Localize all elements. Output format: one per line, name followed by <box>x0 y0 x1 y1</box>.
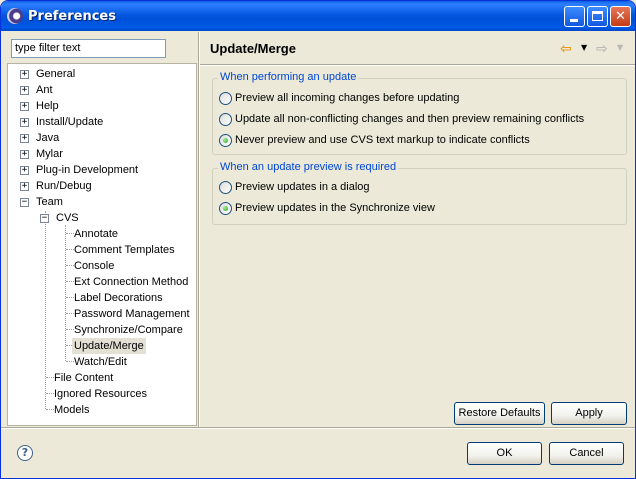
window-title: Preferences <box>28 9 116 24</box>
tree-item-plugin-development[interactable]: + Plug-in Development <box>8 162 196 178</box>
tree-item-label-selected[interactable]: Update/Merge <box>72 338 146 354</box>
forward-arrow-icon[interactable]: ⇨ <box>596 41 608 57</box>
close-icon: ✕ <box>615 9 626 24</box>
maximize-icon <box>592 11 603 21</box>
tree-item-label[interactable]: Ignored Resources <box>52 386 149 402</box>
tree-item-label[interactable]: Annotate <box>72 226 120 242</box>
tree-item-mylar[interactable]: + Mylar <box>8 146 196 162</box>
minimize-button[interactable] <box>564 6 585 27</box>
cancel-button[interactable]: Cancel <box>549 442 624 465</box>
tree-item-ant[interactable]: + Ant <box>8 82 196 98</box>
tree-item-ext-connection-method[interactable]: Ext Connection Method <box>8 274 196 290</box>
radio-label[interactable]: Preview updates in the Synchronize view <box>235 200 435 216</box>
help-icon[interactable]: ? <box>17 445 33 461</box>
maximize-button[interactable] <box>587 6 608 27</box>
tree-item-run-debug[interactable]: + Run/Debug <box>8 178 196 194</box>
expand-icon[interactable]: + <box>20 70 29 79</box>
tree-item-label[interactable]: Watch/Edit <box>72 354 129 370</box>
tree-item-ignored-resources[interactable]: Ignored Resources <box>8 386 196 402</box>
tree-item-label[interactable]: CVS <box>54 210 81 226</box>
tree-item-label[interactable]: Synchronize/Compare <box>72 322 185 338</box>
tree-item-update-merge[interactable]: Update/Merge <box>8 338 196 354</box>
tree-item-label[interactable]: Help <box>34 98 61 114</box>
forward-history-dropdown-icon[interactable]: ▼ <box>617 43 623 52</box>
preferences-window: Preferences ✕ type filter text + General <box>0 0 636 479</box>
radio-label[interactable]: Preview all incoming changes before upda… <box>235 90 459 106</box>
filter-input[interactable]: type filter text <box>11 39 166 58</box>
radio-label[interactable]: Update all non-conflicting changes and t… <box>235 111 584 127</box>
tree-item-synchronize-compare[interactable]: Synchronize/Compare <box>8 322 196 338</box>
tree-item-models[interactable]: Models <box>8 402 196 418</box>
tree-item-label[interactable]: Team <box>34 194 65 210</box>
tree-item-label[interactable]: Console <box>72 258 116 274</box>
back-arrow-icon[interactable]: ⇦ <box>560 41 572 57</box>
preview-location-group: When an update preview is required Previ… <box>212 161 627 225</box>
group-legend: When performing an update <box>218 71 359 83</box>
update-behavior-group: When performing an update Preview all in… <box>212 71 627 155</box>
eclipse-app-icon <box>7 8 23 24</box>
tree-item-java[interactable]: + Java <box>8 130 196 146</box>
tree-item-team[interactable]: − Team <box>8 194 196 210</box>
minimize-icon <box>570 19 578 22</box>
radio-button[interactable] <box>219 113 232 126</box>
apply-button[interactable]: Apply <box>551 402 627 425</box>
close-button[interactable]: ✕ <box>610 6 631 27</box>
expand-icon[interactable]: + <box>20 118 29 127</box>
radio-button-checked[interactable] <box>219 202 232 215</box>
collapse-icon[interactable]: − <box>20 198 29 207</box>
ok-button[interactable]: OK <box>467 442 542 465</box>
tree-item-file-content[interactable]: File Content <box>8 370 196 386</box>
tree-item-label[interactable]: Models <box>52 402 91 418</box>
tree-item-label[interactable]: Password Management <box>72 306 192 322</box>
tree-item-label[interactable]: Comment Templates <box>72 242 177 258</box>
expand-icon[interactable]: + <box>20 150 29 159</box>
tree-item-label[interactable]: Ant <box>34 82 55 98</box>
expand-icon[interactable]: + <box>20 86 29 95</box>
title-separator <box>200 64 635 66</box>
tree-item-general[interactable]: + General <box>8 66 196 82</box>
title-bar[interactable]: Preferences ✕ <box>1 1 635 31</box>
tree-item-watch-edit[interactable]: Watch/Edit <box>8 354 196 370</box>
tree-item-password-management[interactable]: Password Management <box>8 306 196 322</box>
page-title: Update/Merge <box>210 41 296 56</box>
radio-button[interactable] <box>219 181 232 194</box>
tree-item-label[interactable]: Mylar <box>34 146 65 162</box>
tree-item-install-update[interactable]: + Install/Update <box>8 114 196 130</box>
radio-label[interactable]: Preview updates in a dialog <box>235 179 370 195</box>
tree-item-annotate[interactable]: Annotate <box>8 226 196 242</box>
bottom-separator <box>1 427 635 429</box>
tree-item-label[interactable]: Ext Connection Method <box>72 274 190 290</box>
preference-tree[interactable]: + General + Ant + Help + Install/Update … <box>7 63 197 426</box>
group-legend: When an update preview is required <box>218 161 399 173</box>
tree-item-label[interactable]: Plug-in Development <box>34 162 140 178</box>
sash-divider[interactable] <box>198 32 200 428</box>
expand-icon[interactable]: + <box>20 102 29 111</box>
tree-item-help[interactable]: + Help <box>8 98 196 114</box>
tree-item-label[interactable]: Run/Debug <box>34 178 94 194</box>
expand-icon[interactable]: + <box>20 166 29 175</box>
restore-defaults-button[interactable]: Restore Defaults <box>454 402 545 425</box>
tree-item-label-decorations[interactable]: Label Decorations <box>8 290 196 306</box>
radio-label[interactable]: Never preview and use CVS text markup to… <box>235 132 530 148</box>
tree-item-label[interactable]: General <box>34 66 77 82</box>
tree-item-label[interactable]: Label Decorations <box>72 290 165 306</box>
radio-button-checked[interactable] <box>219 134 232 147</box>
tree-item-console[interactable]: Console <box>8 258 196 274</box>
expand-icon[interactable]: + <box>20 182 29 191</box>
tree-item-label[interactable]: Java <box>34 130 61 146</box>
tree-item-comment-templates[interactable]: Comment Templates <box>8 242 196 258</box>
tree-item-label[interactable]: File Content <box>52 370 115 386</box>
radio-button[interactable] <box>219 92 232 105</box>
tree-item-label[interactable]: Install/Update <box>34 114 105 130</box>
collapse-icon[interactable]: − <box>40 214 49 223</box>
expand-icon[interactable]: + <box>20 134 29 143</box>
tree-item-cvs[interactable]: − CVS <box>8 210 196 226</box>
back-history-dropdown-icon[interactable]: ▼ <box>581 43 587 52</box>
